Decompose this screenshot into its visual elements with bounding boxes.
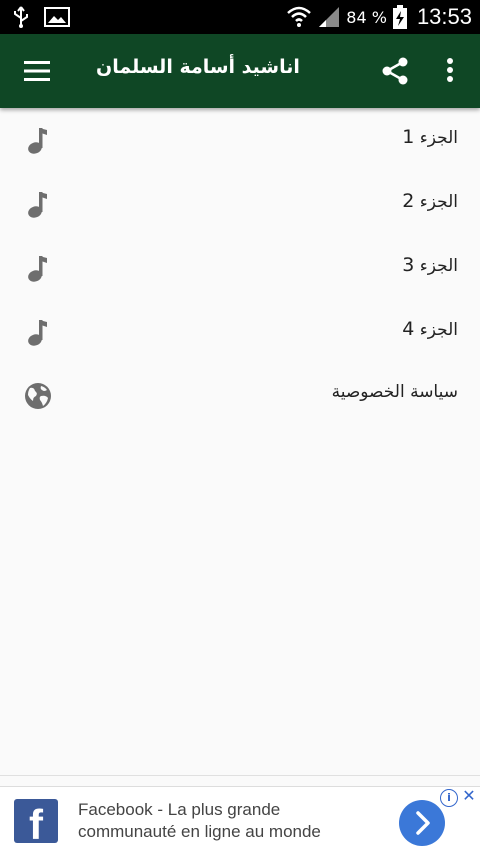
list-item-part-1[interactable]: الجزء 1 [0, 108, 480, 172]
app-title: اناشيد أسامة السلمان [96, 56, 300, 78]
list-item-label: الجزء 2 [402, 190, 458, 212]
status-right-icons: 84 % 13:53 [286, 0, 472, 34]
battery-charging-icon [392, 5, 407, 29]
share-icon [382, 57, 408, 85]
music-note-icon [28, 256, 47, 282]
menu-button[interactable] [22, 57, 52, 85]
more-vert-icon [447, 58, 453, 82]
chevron-right-icon [416, 811, 430, 835]
clock: 13:53 [416, 4, 472, 29]
app-toolbar: اناشيد أسامة السلمان [0, 34, 480, 108]
list-item-privacy-policy[interactable]: سياسة الخصوصية [0, 364, 480, 428]
music-note-icon [28, 128, 47, 154]
music-note-icon [28, 320, 47, 346]
list-item-part-4[interactable]: الجزء 4 [0, 300, 480, 364]
status-left-icons [12, 6, 70, 28]
battery-percent: 84 % [346, 7, 387, 27]
share-button[interactable] [380, 56, 410, 86]
ad-banner[interactable]: f Facebook - La plus grande communauté e… [0, 786, 480, 855]
ad-close-icon[interactable]: ✕ [460, 787, 478, 805]
list-item-part-2[interactable]: الجزء 2 [0, 172, 480, 236]
ad-line-2: communauté en ligne au monde [78, 822, 321, 841]
overflow-menu-button[interactable] [440, 56, 460, 86]
list-item-label: الجزء 3 [402, 254, 458, 276]
list-item-label: الجزء 1 [402, 126, 458, 148]
status-bar: 84 % 13:53 [0, 0, 480, 34]
ad-info-icon[interactable]: i [440, 789, 458, 807]
wifi-icon [287, 6, 312, 27]
hamburger-icon [24, 61, 50, 81]
list-item-label: الجزء 4 [402, 318, 458, 340]
list-item-part-3[interactable]: الجزء 3 [0, 236, 480, 300]
signal-icon [319, 7, 340, 27]
parts-list: الجزء 1 الجزء 2 الجزء 3 الجزء 4 سياسة ال… [0, 108, 480, 428]
image-icon [44, 7, 70, 27]
ad-line-1: Facebook - La plus grande [78, 800, 281, 819]
ad-open-button[interactable] [399, 800, 445, 846]
globe-icon [25, 383, 51, 409]
music-note-icon [28, 192, 47, 218]
facebook-logo-icon: f [14, 799, 58, 843]
ad-text[interactable]: Facebook - La plus grande communauté en … [78, 799, 378, 843]
ad-divider [0, 775, 480, 776]
list-item-label: سياسة الخصوصية [331, 382, 458, 402]
usb-icon [14, 6, 28, 28]
